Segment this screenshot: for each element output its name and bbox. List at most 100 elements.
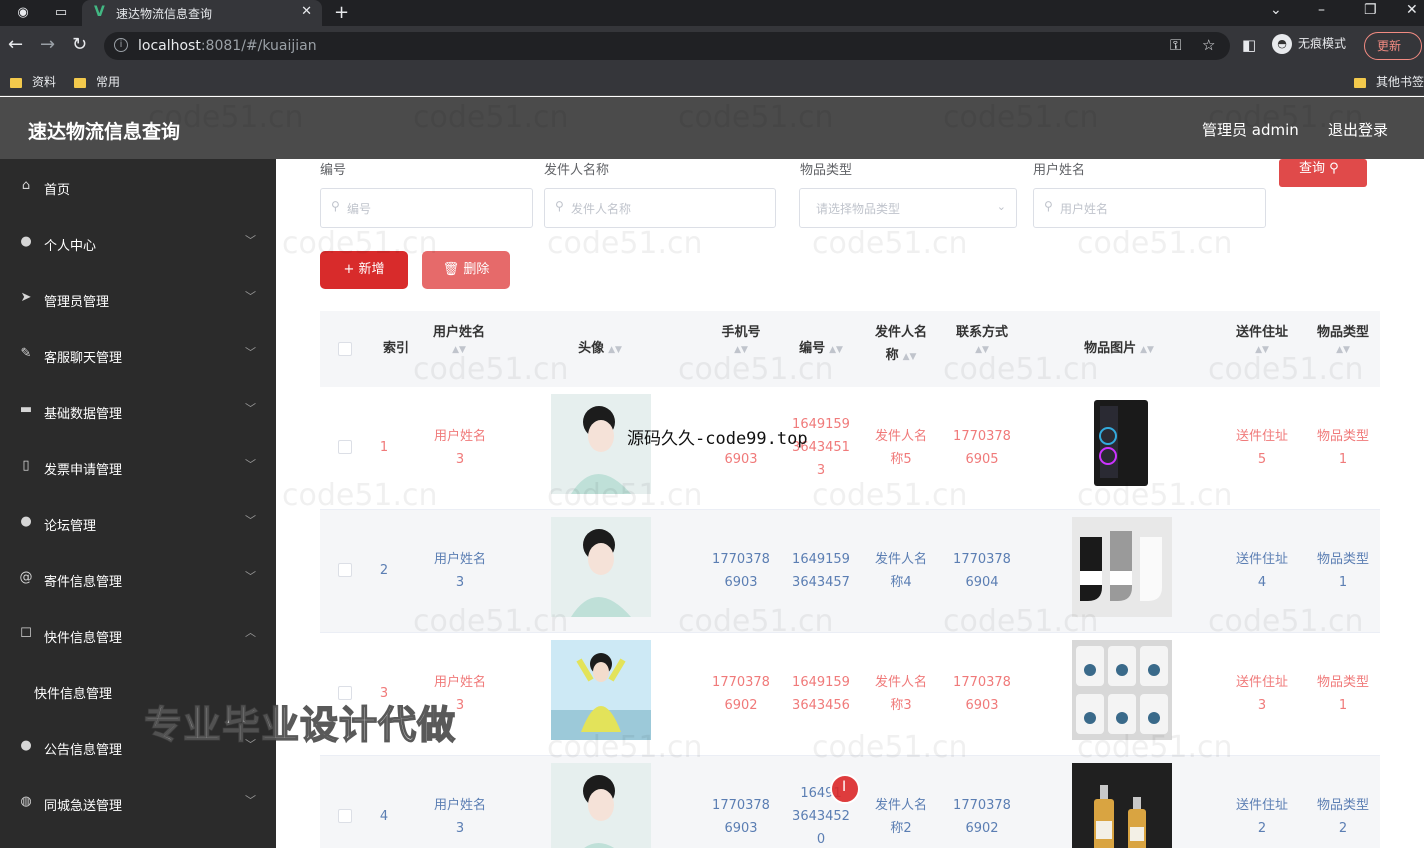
key-icon[interactable]: ⚿: [1170, 36, 1181, 54]
header-item-image[interactable]: 物品图片 ▲▼: [1064, 337, 1174, 362]
query-label: 查询: [1299, 161, 1326, 176]
table-row[interactable]: 1 用户姓名 3 6903 1649159 3643451 3 发件人名 称5 1770…: [320, 387, 1380, 510]
socks-image: [1072, 517, 1172, 617]
sidebar-item-city-delivery[interactable]: ◍ 同城急送管理 ﹀: [0, 775, 276, 831]
sidebar-item-label: 论坛管理: [44, 519, 97, 534]
sidebar-item-personal-center[interactable]: ● 个人中心 ﹀: [0, 215, 276, 271]
sort-icon[interactable]: ▲▼: [424, 344, 494, 356]
header-phone[interactable]: 手机号 ▲▼: [708, 321, 774, 356]
sort-icon[interactable]: ▲▼: [708, 344, 774, 356]
header-sender[interactable]: 发件人名称 ▲▼: [868, 321, 934, 369]
browser-menu-icon[interactable]: ◉: [14, 4, 32, 22]
bookmark-star-icon[interactable]: ☆: [1202, 36, 1215, 54]
sort-icon[interactable]: ▲▼: [1226, 344, 1298, 356]
sort-icon[interactable]: ▲▼: [608, 345, 622, 355]
header-item-type[interactable]: 物品类型 ▲▼: [1308, 321, 1378, 356]
bookmark-folder-changyong[interactable]: 常用: [74, 73, 120, 90]
header-avatar[interactable]: 头像 ▲▼: [560, 337, 640, 362]
sidebar-item-label: 首页: [44, 183, 71, 198]
side-panel-icon[interactable]: ◧: [1242, 36, 1256, 54]
chevron-down-icon: ﹀: [245, 570, 256, 583]
tab-search-icon[interactable]: ⌄: [1270, 2, 1282, 18]
cell-username: 用户姓名 3: [433, 798, 486, 836]
minimize-icon[interactable]: –: [1318, 2, 1325, 18]
sidebar-item-express-info[interactable]: ☐ 快件信息管理 ︿: [0, 607, 276, 663]
back-icon[interactable]: ←: [8, 34, 23, 55]
sidebar-item-invoice[interactable]: ▯ 发票申请管理 ﹀: [0, 439, 276, 495]
sort-icon[interactable]: ▲▼: [946, 344, 1018, 356]
sort-icon[interactable]: ▲▼: [1308, 344, 1378, 356]
chevron-down-icon: ﹀: [245, 458, 256, 471]
add-button[interactable]: + 新增: [320, 251, 408, 289]
incognito-indicator[interactable]: ◓ 无痕模式: [1272, 34, 1346, 54]
data-icon: ▬: [19, 402, 33, 417]
input-placeholder: 用户姓名: [1060, 202, 1109, 216]
sidebar-item-label: 快件信息管理: [44, 631, 123, 646]
close-window-icon[interactable]: ✕: [1406, 2, 1418, 18]
admin-user-label: 管理员 admin: [1202, 121, 1299, 139]
chevron-down-icon: ﹀: [245, 234, 256, 247]
sidebar-item-forum[interactable]: ● 论坛管理 ﹀: [0, 495, 276, 551]
tab-strip-icon[interactable]: ▭: [52, 4, 70, 22]
search-icon: ⚲: [1044, 199, 1053, 213]
logout-link[interactable]: 退出登录: [1328, 119, 1388, 140]
sidebar-item-shipping-info[interactable]: @ 寄件信息管理 ﹀: [0, 551, 276, 607]
chevron-down-icon: ﹀: [245, 346, 256, 359]
cell-username: 用户姓名 3: [433, 429, 486, 467]
avatar-portrait: [551, 640, 651, 740]
new-tab-icon[interactable]: +: [334, 2, 349, 23]
app-title: 速达物流信息查询: [28, 121, 181, 143]
username-search-input[interactable]: ⚲ 用户姓名: [1033, 188, 1266, 228]
header-code[interactable]: 编号 ▲▼: [786, 337, 856, 362]
delete-button[interactable]: 🗑 删除: [422, 251, 510, 289]
table-row[interactable]: 2 用户姓名 3 1770378 6903 1649159 3643457 发件人名称…: [320, 510, 1380, 633]
row-checkbox[interactable]: [338, 440, 352, 454]
sender-search-input[interactable]: ⚲ 发件人名称: [544, 188, 776, 228]
query-button[interactable]: 查询 ⚲: [1279, 159, 1367, 187]
sidebar-item-label: 寄件信息管理: [44, 575, 123, 590]
sidebar-item-home[interactable]: ⌂ 首页: [0, 159, 276, 215]
sidebar-item-label: 发票申请管理: [44, 463, 123, 478]
restore-icon[interactable]: ❐: [1364, 2, 1377, 18]
cell-contact: 1770378 6903: [953, 675, 1011, 713]
cell-phone: 1770378 6903: [712, 798, 770, 836]
globe-icon: ◍: [20, 794, 32, 809]
sort-icon[interactable]: ▲▼: [903, 352, 917, 362]
bookmark-folder-ziliao[interactable]: 资料: [10, 73, 56, 90]
home-icon: ⌂: [21, 178, 31, 193]
site-info-icon[interactable]: i: [114, 38, 128, 52]
sidebar-item-label: 同城急送管理: [44, 799, 123, 814]
cell-contact: 1770378 6902: [953, 798, 1011, 836]
bookmarks-bar: 资料 常用 其他书签: [0, 66, 1424, 96]
item-type-select[interactable]: 请选择物品类型 ⌄: [799, 188, 1017, 228]
sidebar-item-chat-management[interactable]: ✎ 客服聊天管理 ﹀: [0, 327, 276, 383]
header-address[interactable]: 送件住址 ▲▼: [1226, 321, 1298, 356]
other-bookmarks[interactable]: 其他书签: [1354, 73, 1424, 90]
header-username[interactable]: 用户姓名 ▲▼: [424, 321, 494, 356]
text-cursor-icon: I: [842, 779, 847, 795]
browser-tab[interactable]: V 速达物流信息查询 ✕: [82, 0, 322, 26]
sidebar-item-admin-management[interactable]: ➤ 管理员管理 ﹀: [0, 271, 276, 327]
sort-icon[interactable]: ▲▼: [1140, 345, 1154, 355]
close-tab-icon[interactable]: ✕: [301, 4, 312, 19]
update-button[interactable]: 更新: [1364, 32, 1422, 60]
box-icon: ☐: [20, 626, 32, 641]
chevron-down-icon: ⌄: [996, 200, 1006, 213]
reload-icon[interactable]: ↻: [72, 34, 87, 55]
sort-icon[interactable]: ▲▼: [829, 345, 843, 355]
select-all-checkbox[interactable]: [338, 342, 352, 356]
promo-overlay-text: 专业毕业设计代做: [143, 702, 457, 748]
header-contact[interactable]: 联系方式 ▲▼: [946, 321, 1018, 356]
address-bar[interactable]: i localhost:8081/#/kuaijian ⚿ ☆: [104, 32, 1230, 60]
url-text: localhost:8081/#/kuaijian: [138, 38, 317, 54]
row-checkbox[interactable]: [338, 809, 352, 823]
code-search-input[interactable]: ⚲ 编号: [320, 188, 533, 228]
sidebar-item-basic-data[interactable]: ▬ 基础数据管理 ﹀: [0, 383, 276, 439]
table-row[interactable]: 3 用户姓名 3 1770378 6902 1649159 3643456 发件人名称…: [320, 633, 1380, 756]
cell-code: 1649159 3643457: [792, 552, 850, 590]
sidebar-item-label: 管理员管理: [44, 295, 110, 310]
forward-icon[interactable]: →: [40, 34, 55, 55]
row-checkbox[interactable]: [338, 563, 352, 577]
folder-icon: [74, 77, 86, 88]
sidebar-item-label: 公告信息管理: [44, 743, 123, 758]
